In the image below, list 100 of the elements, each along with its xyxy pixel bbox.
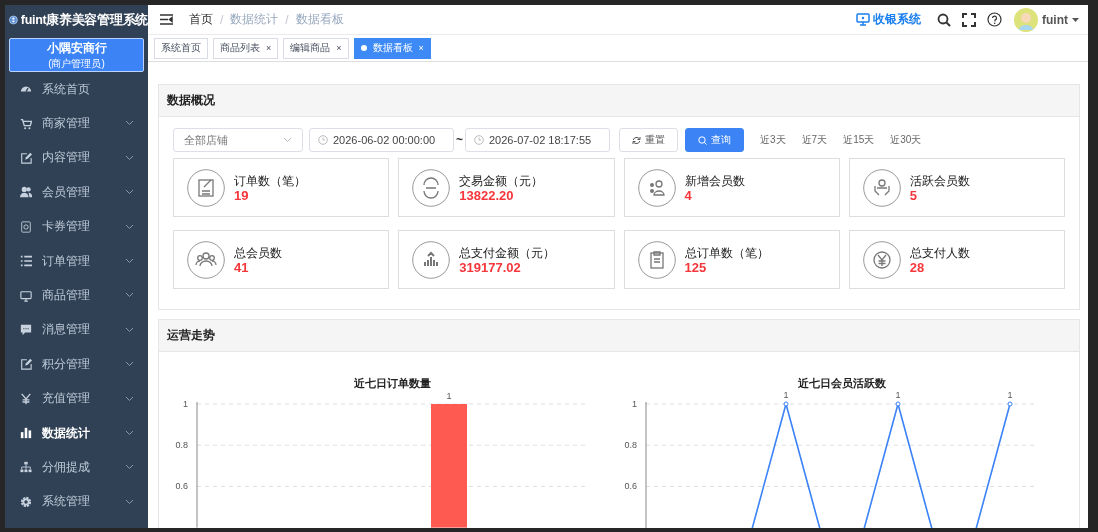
menu-item[interactable]: 数据统计	[5, 415, 148, 451]
document-icon	[187, 168, 225, 207]
start-time-field[interactable]: 2026-06-02 00:00:00	[309, 128, 454, 152]
menu-item[interactable]: 内容管理	[5, 140, 148, 176]
data-label: 1	[783, 390, 789, 400]
stat-label: 活跃会员数	[909, 173, 970, 189]
menu-item[interactable]: 卡券管理	[5, 209, 148, 244]
stat-label: 订单数（笔）	[234, 173, 306, 189]
card-icon	[20, 220, 32, 233]
menu-item[interactable]: 商家管理	[5, 106, 148, 141]
y-tick-label: 0.8	[175, 440, 188, 451]
yen-icon	[862, 240, 901, 279]
close-tab-button[interactable]: ×	[266, 43, 272, 53]
scan-icon	[412, 168, 451, 207]
search-button[interactable]	[936, 11, 952, 28]
monitor-icon	[856, 13, 870, 26]
fullscreen-button[interactable]	[961, 11, 977, 28]
person-icon	[637, 168, 676, 207]
stat-value: 41	[234, 260, 250, 274]
y-tick-label: 0.8	[624, 440, 637, 451]
stat-label: 总支付人数	[909, 245, 970, 261]
user-menu[interactable]: fuint	[1014, 7, 1079, 32]
menu-item[interactable]: 分佣提成	[5, 450, 148, 485]
cashier-link[interactable]: 收银系统	[856, 11, 921, 28]
menu-item[interactable]: 充值管理	[5, 381, 148, 416]
menu-item[interactable]: 订单管理	[5, 243, 148, 279]
query-button[interactable]: 查询	[685, 128, 744, 152]
group-icon	[187, 240, 225, 279]
store-select[interactable]: 全部店铺	[173, 128, 303, 152]
y-tick-label: 1	[632, 399, 637, 409]
search-icon	[698, 135, 707, 145]
close-tab-button[interactable]: ×	[418, 43, 424, 53]
stat-value: 319177.02	[459, 260, 522, 274]
menu-item[interactable]: 系统管理	[5, 484, 148, 520]
clipboard-icon	[637, 240, 676, 279]
menu-item[interactable]: 积分管理	[5, 347, 148, 382]
data-point	[895, 401, 901, 407]
stat-label: 新增会员数	[684, 173, 745, 189]
people-icon	[862, 168, 901, 207]
clock-icon	[474, 135, 484, 145]
logo-icon	[9, 13, 18, 27]
tab[interactable]: 数据看板 ×	[353, 37, 431, 59]
stat-value: 125	[684, 260, 708, 274]
search-icon	[937, 12, 951, 27]
y-tick-label: 0.6	[624, 481, 637, 492]
panel-title: 数据概况	[159, 85, 1079, 117]
close-tab-button[interactable]: ×	[336, 43, 342, 53]
stat-value: 4	[684, 188, 693, 202]
chevron-icon	[283, 137, 292, 143]
monitor-icon	[20, 289, 32, 302]
app-title: fuint康养美容管理系统	[20, 11, 148, 29]
data-point	[783, 401, 789, 407]
stat-label: 总会员数	[234, 245, 282, 261]
chart-title: 近七日订单数量	[354, 377, 432, 389]
end-time-field[interactable]: 2026-07-02 18:17:55	[465, 128, 610, 152]
fullscreen-icon	[962, 12, 976, 27]
gear-icon	[20, 495, 32, 508]
tab[interactable]: 系统首页	[154, 37, 208, 59]
range-separator: ~	[455, 133, 464, 147]
tab[interactable]: 编辑商品 ×	[283, 37, 349, 59]
stat-value: 28	[909, 260, 926, 274]
bar-chart-icon	[20, 427, 32, 440]
edit-icon	[20, 358, 32, 371]
help-button[interactable]	[986, 11, 1002, 28]
tab[interactable]: 商品列表 ×	[213, 37, 279, 59]
menu-item[interactable]: 系统首页	[5, 72, 148, 107]
bar-chart-icon	[412, 240, 451, 279]
menu-item[interactable]: 会员管理	[5, 175, 148, 210]
caret-icon	[1072, 17, 1079, 22]
menu-icon	[160, 14, 173, 25]
data-label: 1	[1007, 390, 1013, 400]
chat-icon	[20, 323, 32, 336]
stat-value: 19	[234, 188, 250, 202]
stat-value: 13822.20	[459, 188, 515, 202]
merchant-button[interactable]: 小隅安商行 (商户管理员)	[9, 38, 144, 72]
breadcrumb-separator: /	[220, 12, 224, 27]
menu-item[interactable]: 消息管理	[5, 312, 148, 348]
data-point	[1007, 401, 1013, 407]
chart-title: 近七日会员活跃数	[798, 377, 886, 389]
refresh-icon	[632, 135, 641, 145]
stat-label: 总支付金额（元）	[459, 245, 556, 261]
data-label: 1	[895, 390, 901, 400]
hierarchy-icon	[20, 461, 32, 474]
users-icon	[20, 186, 32, 199]
stat-label: 总订单数（笔）	[684, 245, 769, 261]
cart-icon	[20, 117, 32, 130]
quick-range-link[interactable]: 近7天	[801, 133, 828, 147]
avatar-icon	[1014, 7, 1038, 32]
list-icon	[20, 255, 32, 268]
breadcrumb-link[interactable]: 首页	[189, 11, 213, 28]
breadcrumb-separator: /	[285, 12, 289, 27]
quick-range-link[interactable]: 近3天	[760, 133, 786, 147]
active-dot	[360, 45, 367, 51]
quick-range-link[interactable]: 近30天	[890, 133, 922, 147]
y-tick-label: 0.6	[175, 481, 188, 492]
quick-range-link[interactable]: 近15天	[843, 133, 875, 147]
menu-item[interactable]: 商品管理	[5, 278, 148, 313]
data-label: 1	[446, 391, 452, 401]
stat-value: 5	[909, 188, 918, 202]
reset-button[interactable]: 重置	[619, 128, 678, 152]
